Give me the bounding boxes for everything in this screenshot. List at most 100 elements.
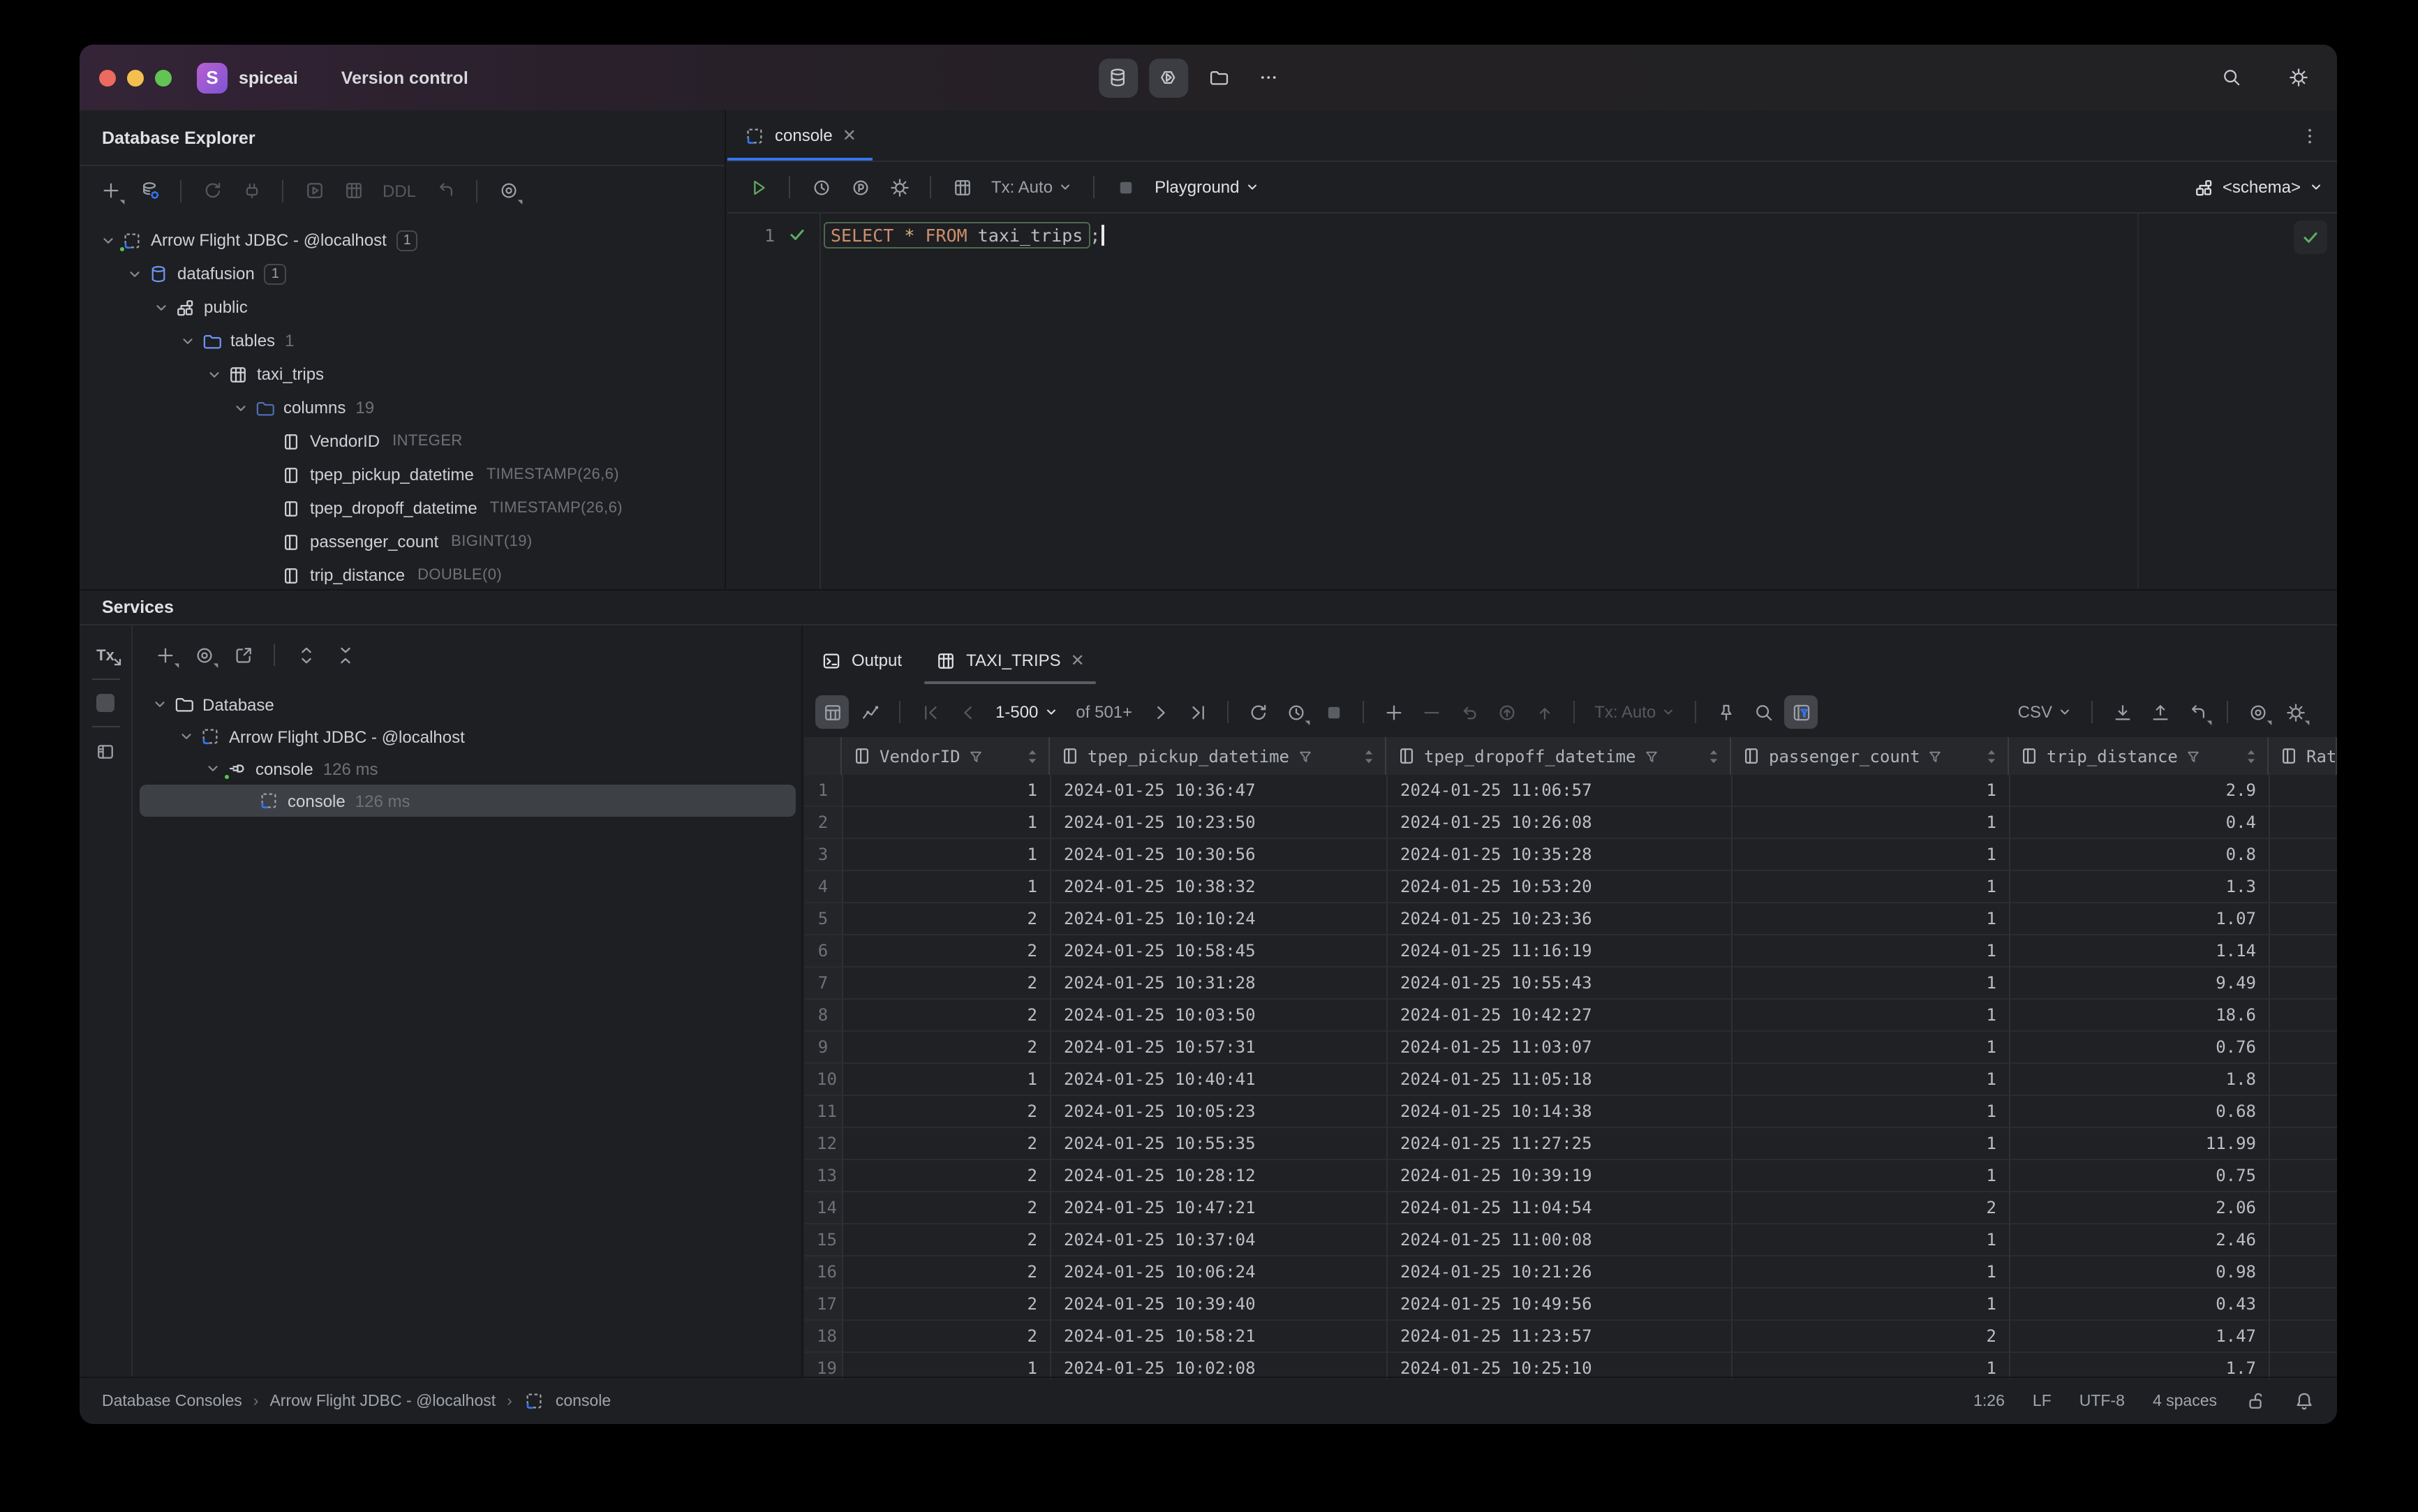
next-button[interactable] bbox=[1143, 695, 1177, 729]
services-tree-item-database[interactable]: Database bbox=[134, 688, 801, 720]
row-number[interactable]: 16 bbox=[804, 1257, 843, 1289]
collapse-all-button[interactable] bbox=[328, 638, 362, 672]
cell-trip_distance[interactable]: 0.4 bbox=[2010, 807, 2270, 839]
cell-rate[interactable] bbox=[2270, 1192, 2337, 1224]
cell-tpep_dropoff_datetime[interactable]: 2024-01-25 11:04:54 bbox=[1388, 1192, 1733, 1224]
chevron-down-icon[interactable] bbox=[201, 761, 225, 776]
cell-tpep_dropoff_datetime[interactable]: 2024-01-25 10:55:43 bbox=[1388, 968, 1733, 1000]
cell-vendorid[interactable]: 2 bbox=[843, 1160, 1051, 1192]
cell-rate[interactable] bbox=[2270, 968, 2337, 1000]
row-number[interactable]: 9 bbox=[804, 1032, 843, 1064]
cell-trip_distance[interactable]: 1.14 bbox=[2010, 935, 2270, 968]
column-header-trip_distance[interactable]: trip_distance bbox=[2009, 737, 2269, 775]
cell-rate[interactable] bbox=[2270, 775, 2337, 807]
cell-tpep_pickup_datetime[interactable]: 2024-01-25 10:02:08 bbox=[1051, 1353, 1388, 1379]
explorer-tree-item-vendorid[interactable]: VendorID INTEGER bbox=[80, 424, 725, 458]
cell-tpep_dropoff_datetime[interactable]: 2024-01-25 10:42:27 bbox=[1388, 1000, 1733, 1032]
download-button[interactable] bbox=[2105, 695, 2139, 729]
cell-tpep_dropoff_datetime[interactable]: 2024-01-25 10:25:10 bbox=[1388, 1353, 1733, 1379]
cell-passenger_count[interactable]: 1 bbox=[1733, 1128, 2010, 1160]
eye-button[interactable] bbox=[491, 174, 525, 207]
cell-rate[interactable] bbox=[2270, 1353, 2337, 1379]
filter-funnel-icon[interactable] bbox=[2185, 748, 2202, 764]
cell-rate[interactable] bbox=[2270, 1032, 2337, 1064]
cell-passenger_count[interactable]: 1 bbox=[1733, 1257, 2010, 1289]
cell-vendorid[interactable]: 2 bbox=[843, 1289, 1051, 1321]
caret-position[interactable]: 1:26 bbox=[1973, 1393, 2005, 1409]
row-number[interactable]: 5 bbox=[804, 903, 843, 935]
cell-rate[interactable] bbox=[2270, 1321, 2337, 1353]
cell-rate[interactable] bbox=[2270, 903, 2337, 935]
cell-tpep_dropoff_datetime[interactable]: 2024-01-25 10:35:28 bbox=[1388, 839, 1733, 871]
editor-toolbar-label-10[interactable]: Playground bbox=[1148, 177, 1266, 197]
unlock-icon[interactable] bbox=[2245, 1391, 2266, 1411]
explorer-tree-item-tpep-pickup-datetime[interactable]: tpep_pickup_datetime TIMESTAMP(26,6) bbox=[80, 458, 725, 491]
search-button[interactable] bbox=[2211, 58, 2250, 97]
indent-setting[interactable]: 4 spaces bbox=[2153, 1393, 2217, 1409]
filter-funnel-icon[interactable] bbox=[1642, 748, 1659, 764]
cell-trip_distance[interactable]: 2.9 bbox=[2010, 775, 2270, 807]
database-button[interactable] bbox=[1098, 58, 1138, 97]
row-number[interactable]: 11 bbox=[804, 1096, 843, 1128]
cell-rate[interactable] bbox=[2270, 839, 2337, 871]
chevron-down-icon[interactable] bbox=[149, 299, 173, 315]
sort-icon[interactable] bbox=[1985, 748, 1998, 764]
cell-passenger_count[interactable]: 1 bbox=[1733, 839, 2010, 871]
cell-rate[interactable] bbox=[2270, 1289, 2337, 1321]
explorer-tree-item-arrow-flight-jdbc-localhost[interactable]: Arrow Flight JDBC - @localhost 1 bbox=[80, 223, 725, 257]
cell-passenger_count[interactable]: 1 bbox=[1733, 1096, 2010, 1128]
row-number[interactable]: 13 bbox=[804, 1160, 843, 1192]
cell-passenger_count[interactable]: 2 bbox=[1733, 1321, 2010, 1353]
breadcrumb-item[interactable]: console bbox=[556, 1393, 611, 1409]
row-number[interactable]: 2 bbox=[804, 807, 843, 839]
tx-toggle[interactable]: Tx bbox=[96, 648, 121, 666]
cell-tpep_pickup_datetime[interactable]: 2024-01-25 10:55:35 bbox=[1051, 1128, 1388, 1160]
close-tab-icon[interactable]: ✕ bbox=[843, 126, 856, 145]
cell-passenger_count[interactable]: 1 bbox=[1733, 1000, 2010, 1032]
upload-button[interactable] bbox=[2143, 695, 2176, 729]
cell-vendorid[interactable]: 2 bbox=[843, 1032, 1051, 1064]
cell-tpep_dropoff_datetime[interactable]: 2024-01-25 10:21:26 bbox=[1388, 1257, 1733, 1289]
explorer-tree-item-trip-distance[interactable]: trip_distance DOUBLE(0) bbox=[80, 558, 725, 589]
cell-tpep_dropoff_datetime[interactable]: 2024-01-25 10:26:08 bbox=[1388, 807, 1733, 839]
explorer-tree-item-tables[interactable]: tables 1 bbox=[80, 324, 725, 357]
layout-board-icon[interactable] bbox=[95, 741, 116, 762]
gear-button[interactable] bbox=[2278, 695, 2312, 729]
ellipsis-button[interactable] bbox=[1249, 58, 1288, 97]
eye-button[interactable] bbox=[2241, 695, 2274, 729]
grid-toolbar-label-6[interactable]: of 501+ bbox=[1069, 702, 1139, 722]
explorer-tree-item-tpep-dropoff-datetime[interactable]: tpep_dropoff_datetime TIMESTAMP(26,6) bbox=[80, 491, 725, 525]
cell-passenger_count[interactable]: 1 bbox=[1733, 807, 2010, 839]
row-number[interactable]: 4 bbox=[804, 871, 843, 903]
breadcrumb-item[interactable]: Arrow Flight JDBC - @localhost bbox=[269, 1393, 496, 1409]
eye-button[interactable] bbox=[187, 638, 221, 672]
cell-tpep_dropoff_datetime[interactable]: 2024-01-25 10:23:36 bbox=[1388, 903, 1733, 935]
cell-trip_distance[interactable]: 1.8 bbox=[2010, 1064, 2270, 1096]
row-number[interactable]: 6 bbox=[804, 935, 843, 968]
filter-funnel-icon[interactable] bbox=[1927, 748, 1944, 764]
column-header-tpep_pickup_datetime[interactable]: tpep_pickup_datetime bbox=[1050, 737, 1386, 775]
row-number[interactable]: 8 bbox=[804, 1000, 843, 1032]
row-number[interactable]: 10 bbox=[804, 1064, 843, 1096]
cell-rate[interactable] bbox=[2270, 871, 2337, 903]
grid-toolbar-label-5[interactable]: 1-500 bbox=[988, 702, 1065, 722]
cell-trip_distance[interactable]: 2.46 bbox=[2010, 1224, 2270, 1257]
cell-vendorid[interactable]: 2 bbox=[843, 1128, 1051, 1160]
cell-rate[interactable] bbox=[2270, 1000, 2337, 1032]
chevron-down-icon[interactable] bbox=[148, 697, 172, 712]
filter-funnel-icon[interactable] bbox=[1296, 748, 1313, 764]
plus-button[interactable] bbox=[148, 638, 181, 672]
row-number[interactable]: 7 bbox=[804, 968, 843, 1000]
cell-passenger_count[interactable]: 1 bbox=[1733, 775, 2010, 807]
chart-button[interactable] bbox=[853, 695, 887, 729]
cell-trip_distance[interactable]: 0.98 bbox=[2010, 1257, 2270, 1289]
cell-rate[interactable] bbox=[2270, 935, 2337, 968]
cell-tpep_pickup_datetime[interactable]: 2024-01-25 10:37:04 bbox=[1051, 1224, 1388, 1257]
minimize-window-button[interactable] bbox=[127, 69, 144, 86]
project-menu[interactable]: spiceai bbox=[239, 68, 305, 87]
editor-toolbar-label-7[interactable]: Tx: Auto bbox=[984, 177, 1079, 197]
sort-icon[interactable] bbox=[1707, 748, 1720, 764]
cell-vendorid[interactable]: 2 bbox=[843, 1257, 1051, 1289]
cell-tpep_dropoff_datetime[interactable]: 2024-01-25 11:03:07 bbox=[1388, 1032, 1733, 1064]
row-number[interactable]: 14 bbox=[804, 1192, 843, 1224]
